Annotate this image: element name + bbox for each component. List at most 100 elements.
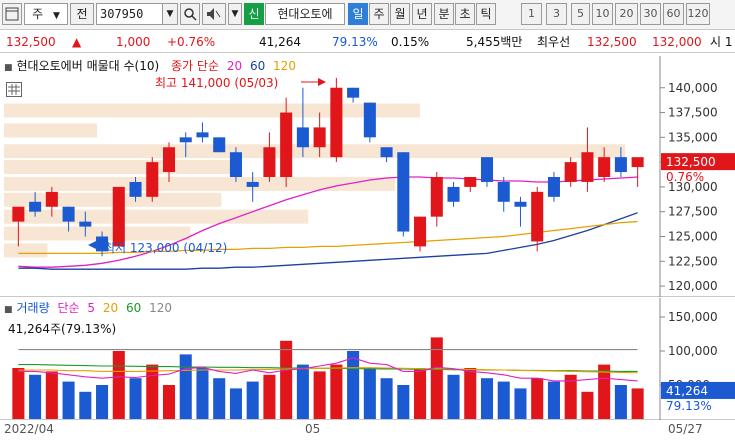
current-volume-text: 41,264주(79.13%)	[8, 322, 117, 336]
stock-name-field[interactable]: 현대오토에	[265, 3, 345, 25]
volume-profile-bar	[4, 209, 309, 224]
candle-body	[564, 162, 577, 182]
volume-value: 41,264	[259, 35, 301, 49]
interval-button-5[interactable]: 5	[571, 3, 590, 25]
chart-menu-icon[interactable]	[2, 3, 22, 25]
table-icon	[8, 84, 20, 95]
volume-bar	[447, 374, 460, 419]
current-price-tag: 132,500	[666, 155, 716, 169]
period-tab-4[interactable]: 분	[434, 3, 454, 25]
volume-profile-bar	[4, 160, 240, 175]
volume-bar	[330, 364, 343, 419]
volume-profile-bar	[4, 243, 48, 258]
price-change-pct: +0.76%	[167, 35, 216, 49]
volume-bar	[246, 381, 259, 419]
interval-button-120[interactable]: 120	[686, 3, 710, 25]
candle-body	[397, 152, 410, 232]
volume-bar	[129, 378, 142, 419]
volume-bar	[380, 378, 393, 419]
legend-square-icon: ■	[4, 305, 13, 315]
y-axis-label: 125,000	[668, 230, 718, 244]
x-axis-label-month: 05	[305, 422, 321, 436]
market-label: 시 1	[710, 35, 733, 49]
window-icon	[5, 7, 19, 21]
low-arrow-icon	[88, 241, 96, 249]
candle-body	[414, 216, 427, 247]
volume-bar	[196, 368, 209, 419]
price-chart-panel[interactable]: 140,000 137,500 135,000 130,000 127,500 125,0…	[0, 56, 735, 297]
ma-period-60: 60	[249, 59, 266, 73]
candle-body	[480, 157, 494, 182]
candle-body	[631, 157, 644, 168]
period-tab-2[interactable]: 월	[390, 3, 410, 25]
volume-bar	[614, 385, 627, 419]
interval-button-60[interactable]: 60	[663, 3, 684, 25]
candle-body	[514, 201, 527, 207]
volume-profile-bar	[4, 103, 421, 118]
volume-bar	[79, 391, 92, 419]
period-tab-1[interactable]: 주	[369, 3, 389, 25]
volume-bar	[581, 391, 594, 419]
candle-body	[196, 132, 209, 138]
candle-body	[330, 87, 343, 158]
sound-dropdown-icon[interactable]: ▼	[228, 3, 242, 25]
prev-button[interactable]: 전	[70, 3, 94, 25]
volume-tag: 41,264	[666, 384, 708, 398]
volume-bar	[464, 368, 477, 419]
volume-bar	[162, 385, 176, 419]
interval-button-1[interactable]: 1	[521, 3, 542, 25]
best-bid: 132,000	[652, 35, 702, 49]
current-change-tag: 0.76%	[666, 170, 704, 184]
candle-body	[179, 137, 192, 143]
current-price: 132,500	[6, 35, 56, 49]
candle-body	[363, 102, 376, 138]
x-axis-label-start: 2022/04	[4, 422, 54, 436]
volume-bar	[631, 388, 644, 419]
trade-amount: 5,455백만	[466, 35, 523, 49]
candle-body	[213, 137, 226, 153]
volume-chart[interactable]: 150,000100,00050,00041,26479.13%	[0, 298, 735, 420]
volume-bar	[414, 368, 427, 419]
volume-ma-60: 60	[125, 301, 142, 315]
signal-button[interactable]: 신	[244, 3, 264, 25]
search-icon	[184, 8, 197, 21]
low-annotation: 최저 123,000 (04/12)	[104, 241, 227, 255]
interval-button-3[interactable]: 3	[546, 3, 567, 25]
interval-button-20[interactable]: 20	[615, 3, 638, 25]
period-tab-6[interactable]: 틱	[476, 3, 496, 25]
up-triangle-icon: ▲	[72, 35, 82, 49]
interval-button-30[interactable]: 30	[640, 3, 661, 25]
ma-label: 종가 단순	[171, 59, 219, 73]
volume-bar	[347, 351, 360, 419]
code-dropdown-icon[interactable]: ▼	[162, 3, 178, 25]
search-button[interactable]	[180, 3, 200, 25]
candle-body	[581, 152, 594, 182]
volume-bar	[179, 354, 192, 419]
candle-body	[112, 186, 125, 247]
x-axis-label-end: 05/27	[668, 422, 703, 436]
period-tab-3[interactable]: 년	[412, 3, 432, 25]
volume-legend: ■ 거래량 단순 5 20 60 120	[4, 299, 176, 316]
volume-chart-panel[interactable]: 150,000100,00050,00041,26479.13% ■거래량 단순…	[0, 298, 735, 420]
candle-body	[280, 112, 293, 177]
volume-axis-label: 150,000	[668, 310, 718, 324]
price-chart[interactable]: 140,000137,500135,000130,000127,500125,0…	[0, 56, 735, 297]
candle-body	[430, 177, 443, 217]
grid-toggle-icon[interactable]	[6, 82, 22, 97]
volume-bar	[62, 381, 75, 419]
best-ask: 132,500	[587, 35, 637, 49]
volume-bar	[96, 385, 109, 419]
y-axis-label: 140,000	[668, 81, 718, 95]
volume-bar	[363, 368, 376, 419]
period-tab-5[interactable]: 초	[455, 3, 475, 25]
period-tab-0[interactable]: 일	[348, 3, 368, 25]
volume-ma-20: 20	[102, 301, 119, 315]
volume-bar	[112, 351, 125, 419]
volume-moving-average-ma5	[18, 357, 638, 382]
sound-button[interactable]	[202, 3, 226, 25]
interval-button-10[interactable]: 10	[592, 3, 613, 25]
y-axis-label: 127,500	[668, 205, 718, 219]
quote-bar: 132,500 ▲ 1,000 +0.76% 41,264 79.13% 0.1…	[0, 31, 735, 53]
chart-type-select[interactable]: 주 ▼	[24, 3, 68, 25]
volume-ma-120: 120	[149, 301, 172, 315]
